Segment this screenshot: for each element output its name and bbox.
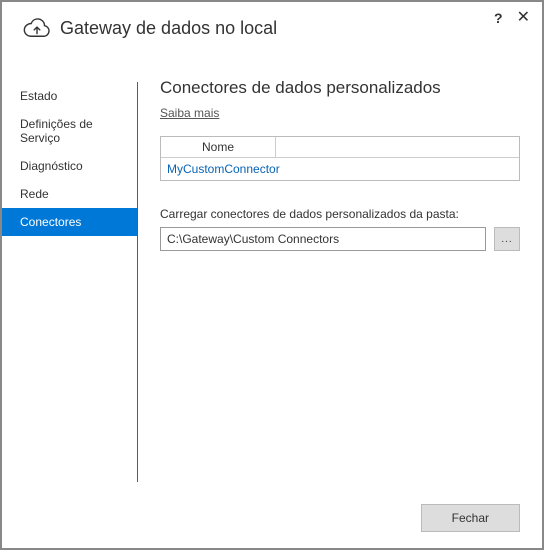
column-header-empty xyxy=(276,137,519,157)
close-button[interactable]: Fechar xyxy=(421,504,520,532)
sidebar-item-definicoes[interactable]: Definições de Serviço xyxy=(2,110,137,152)
sidebar-item-conectores[interactable]: Conectores xyxy=(2,208,137,236)
sidebar: Estado Definições de Serviço Diagnóstico… xyxy=(2,46,137,482)
cloud-upload-icon xyxy=(22,16,52,40)
window-title: Gateway de dados no local xyxy=(60,18,526,39)
learn-more-link[interactable]: Saiba mais xyxy=(160,106,219,120)
table-header: Nome xyxy=(161,137,519,158)
load-folder-label: Carregar conectores de dados personaliza… xyxy=(160,207,520,221)
column-header-name[interactable]: Nome xyxy=(161,137,276,157)
table-row[interactable]: MyCustomConnector xyxy=(161,158,519,180)
footer: Fechar xyxy=(421,504,520,532)
section-title: Conectores de dados personalizados xyxy=(160,78,520,98)
window-close-button[interactable]: ✕ xyxy=(513,8,534,28)
sidebar-item-rede[interactable]: Rede xyxy=(2,180,137,208)
browse-button[interactable]: ... xyxy=(494,227,520,251)
sidebar-item-estado[interactable]: Estado xyxy=(2,82,137,110)
folder-path-input[interactable] xyxy=(160,227,486,251)
connector-name-cell: MyCustomConnector xyxy=(161,158,286,180)
window-header: Gateway de dados no local xyxy=(2,2,542,46)
help-button[interactable]: ? xyxy=(490,8,507,28)
sidebar-item-diagnostico[interactable]: Diagnóstico xyxy=(2,152,137,180)
connectors-table: Nome MyCustomConnector xyxy=(160,136,520,181)
content-pane: Conectores de dados personalizados Saiba… xyxy=(138,46,542,482)
